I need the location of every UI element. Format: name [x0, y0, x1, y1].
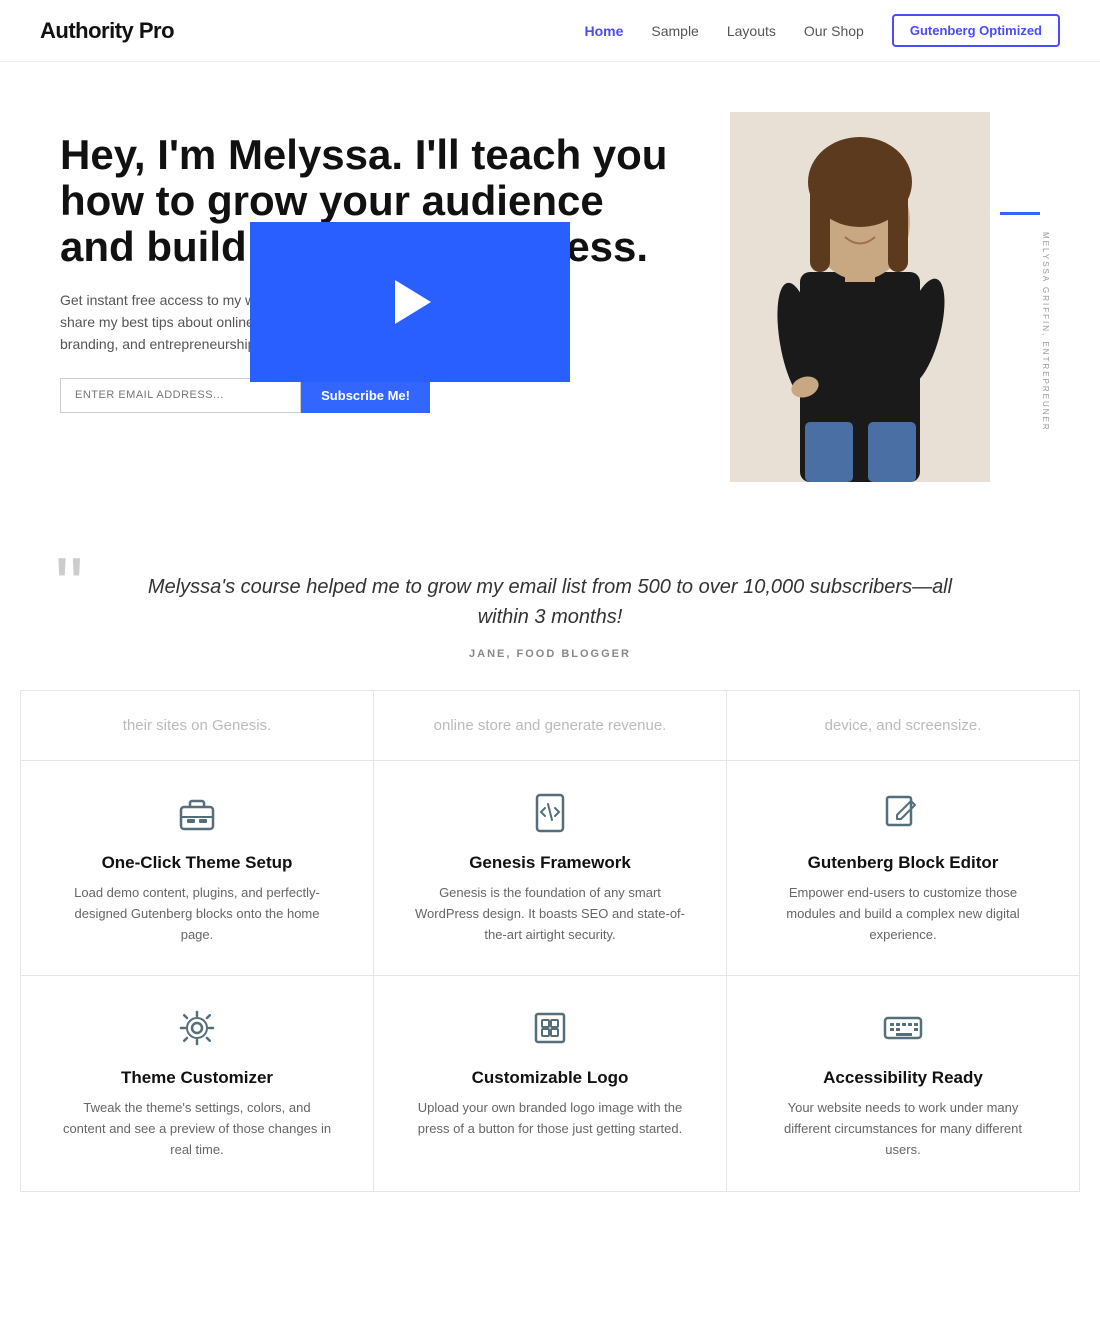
subscribe-button[interactable]: Subscribe Me! [301, 378, 430, 413]
logo-icon [528, 1006, 572, 1050]
testimonial-section: " Melyssa's course helped me to grow my … [0, 532, 1100, 690]
nav-link-home[interactable]: Home [584, 23, 623, 39]
feature-title-genesis: Genesis Framework [469, 853, 631, 873]
feature-one-click-setup: One-Click Theme Setup Load demo content,… [21, 761, 374, 976]
feature-accessibility: Accessibility Ready Your website needs t… [727, 976, 1080, 1191]
gear-icon [175, 1006, 219, 1050]
feature-gutenberg: Gutenberg Block Editor Empower end-users… [727, 761, 1080, 976]
feature-desc-one-click: Load demo content, plugins, and perfectl… [61, 883, 333, 945]
play-icon [395, 280, 431, 324]
person-photo-svg [730, 112, 990, 482]
partial-text-3: device, and screensize. [825, 715, 982, 736]
email-signup-form: Subscribe Me! [60, 378, 430, 413]
feature-desc-customizer: Tweak the theme's settings, colors, and … [61, 1098, 333, 1160]
video-play-button[interactable] [250, 222, 570, 382]
feature-title-customizer: Theme Customizer [121, 1068, 273, 1088]
accent-line [1000, 212, 1040, 215]
hero-image [730, 112, 990, 482]
testimonial-author: JANE, FOOD BLOGGER [469, 648, 631, 660]
hero-image-container: MELYSSA GRIFFIN, ENTREPREUNER [720, 112, 1040, 492]
nav-link-sample[interactable]: Sample [651, 23, 698, 39]
nav-link-layouts[interactable]: Layouts [727, 23, 776, 39]
feature-desc-genesis: Genesis is the foundation of any smart W… [414, 883, 686, 945]
feature-custom-logo: Customizable Logo Upload your own brande… [374, 976, 727, 1191]
feature-theme-customizer: Theme Customizer Tweak the theme's setti… [21, 976, 374, 1191]
features-grid: their sites on Genesis. online store and… [20, 690, 1080, 1192]
feature-title-accessibility: Accessibility Ready [823, 1068, 983, 1088]
feature-partial-1: their sites on Genesis. [21, 691, 374, 761]
edit-icon [881, 791, 925, 835]
hero-section: Hey, I'm Melyssa. I'll teach you how to … [0, 62, 1100, 532]
feature-desc-accessibility: Your website needs to work under many di… [767, 1098, 1039, 1160]
person-caption: MELYSSA GRIFFIN, ENTREPREUNER [1041, 232, 1050, 432]
feature-title-gutenberg: Gutenberg Block Editor [808, 853, 999, 873]
code-file-icon [528, 791, 572, 835]
feature-partial-3: device, and screensize. [727, 691, 1080, 761]
feature-title-one-click: One-Click Theme Setup [102, 853, 293, 873]
email-input[interactable] [60, 378, 301, 413]
main-nav: Home Sample Layouts Our Shop Gutenberg O… [584, 14, 1060, 47]
testimonial-quote: Melyssa's course helped me to grow my em… [120, 572, 980, 632]
feature-genesis: Genesis Framework Genesis is the foundat… [374, 761, 727, 976]
keyboard-icon [881, 1006, 925, 1050]
quote-mark-icon: " [55, 562, 83, 610]
feature-desc-logo: Upload your own branded logo image with … [414, 1098, 686, 1140]
site-title: Authority Pro [40, 18, 174, 44]
feature-partial-2: online store and generate revenue. [374, 691, 727, 761]
nav-link-shop[interactable]: Our Shop [804, 23, 864, 39]
gutenberg-optimized-button[interactable]: Gutenberg Optimized [892, 14, 1060, 47]
briefcase-icon [175, 791, 219, 835]
feature-desc-gutenberg: Empower end-users to customize those mod… [767, 883, 1039, 945]
partial-text-2: online store and generate revenue. [434, 715, 667, 736]
partial-text-1: their sites on Genesis. [123, 715, 271, 736]
feature-title-logo: Customizable Logo [472, 1068, 629, 1088]
